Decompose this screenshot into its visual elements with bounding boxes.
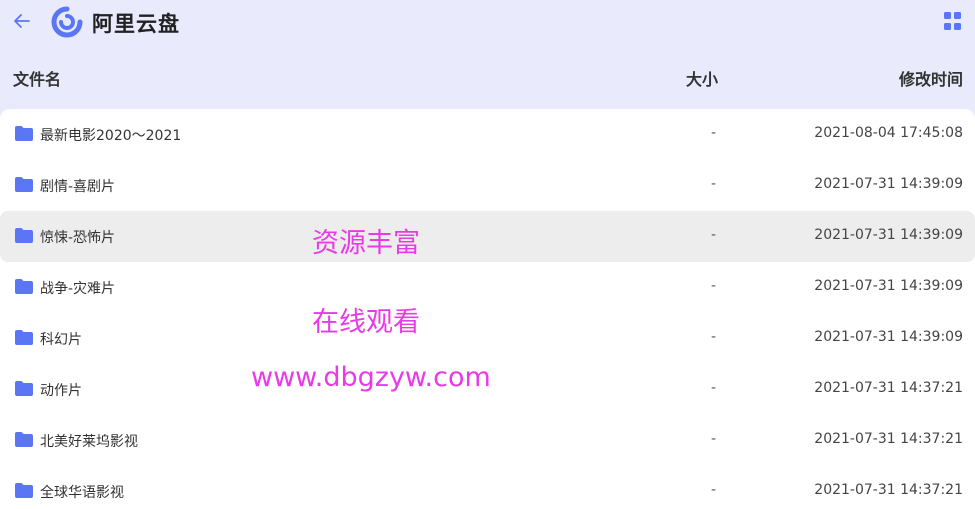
file-size: - — [711, 329, 717, 345]
file-row[interactable]: 北美好莱坞影视 - 2021-07-31 14:37:21 — [0, 415, 975, 466]
folder-icon — [15, 483, 33, 498]
file-row[interactable]: 科幻片 - 2021-07-31 14:39:09 — [0, 313, 975, 364]
grid-view-icon[interactable] — [944, 12, 962, 30]
file-modified-time: 2021-07-31 14:39:09 — [814, 278, 963, 294]
back-arrow-icon[interactable] — [10, 9, 34, 33]
file-size: - — [711, 482, 717, 498]
file-name: 战争-灾难片 — [40, 281, 116, 297]
file-row[interactable]: 剧情-喜剧片 - 2021-07-31 14:39:09 — [0, 160, 975, 211]
folder-icon — [15, 279, 33, 294]
file-name: 北美好莱坞影视 — [40, 434, 138, 450]
file-size: - — [711, 278, 717, 294]
folder-icon — [15, 330, 33, 345]
file-name: 动作片 — [40, 383, 82, 399]
folder-icon — [15, 177, 33, 192]
file-modified-time: 2021-07-31 14:37:21 — [814, 380, 963, 396]
folder-icon — [15, 126, 33, 141]
file-modified-time: 2021-07-31 14:39:09 — [814, 227, 963, 243]
column-header-time[interactable]: 修改时间 — [899, 66, 963, 90]
file-size: - — [711, 176, 717, 192]
file-list: 最新电影2020～2021 - 2021-08-04 17:45:08 剧情-喜… — [0, 109, 975, 509]
file-size: - — [711, 380, 717, 396]
file-modified-time: 2021-07-31 14:37:21 — [814, 482, 963, 498]
column-header-name[interactable]: 文件名 — [13, 66, 61, 90]
column-header-size[interactable]: 大小 — [686, 66, 718, 90]
file-name: 剧情-喜剧片 — [40, 179, 116, 195]
file-row[interactable]: 战争-灾难片 - 2021-07-31 14:39:09 — [0, 262, 975, 313]
app-title: 阿里云盘 — [92, 12, 180, 36]
file-row[interactable]: 全球华语影视 - 2021-07-31 14:37:21 — [0, 466, 975, 509]
file-modified-time: 2021-08-04 17:45:08 — [814, 125, 963, 141]
file-modified-time: 2021-07-31 14:39:09 — [814, 176, 963, 192]
file-name: 惊悚-恐怖片 — [40, 230, 116, 246]
aliyun-drive-logo — [51, 6, 83, 38]
file-modified-time: 2021-07-31 14:39:09 — [814, 329, 963, 345]
folder-icon — [15, 432, 33, 447]
file-name: 科幻片 — [40, 332, 82, 348]
file-row[interactable]: 最新电影2020～2021 - 2021-08-04 17:45:08 — [0, 109, 975, 160]
folder-icon — [15, 228, 33, 243]
top-bar: 阿里云盘 — [0, 0, 975, 44]
file-size: - — [711, 125, 717, 141]
file-size: - — [711, 227, 717, 243]
file-row[interactable]: 动作片 - 2021-07-31 14:37:21 — [0, 364, 975, 415]
file-size: - — [711, 431, 717, 447]
file-name: 全球华语影视 — [40, 485, 124, 501]
file-name: 最新电影2020～2021 — [40, 128, 182, 144]
folder-icon — [15, 381, 33, 396]
file-row[interactable]: 惊悚-恐怖片 - 2021-07-31 14:39:09 — [0, 211, 975, 262]
file-modified-time: 2021-07-31 14:37:21 — [814, 431, 963, 447]
